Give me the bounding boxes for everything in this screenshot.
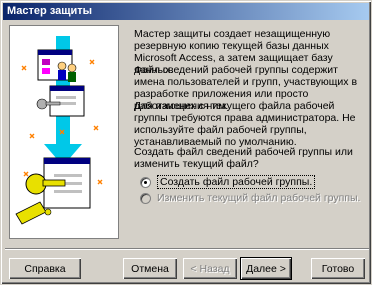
option-label: Изменить текущий файл рабочей группы. xyxy=(157,192,361,204)
option-label: Создать файл рабочей группы. xyxy=(157,175,316,189)
next-button[interactable]: Далее > xyxy=(240,257,292,280)
question-text: Создать файл сведений рабочей группы или… xyxy=(134,146,353,170)
finish-button[interactable]: Готово xyxy=(311,258,365,279)
intro-paragraph-3: Для изменения текущего файла рабочей гру… xyxy=(134,100,356,148)
help-button[interactable]: Справка xyxy=(9,258,81,279)
separator xyxy=(5,248,369,250)
radio-selected-icon[interactable] xyxy=(140,176,151,188)
window-title: Мастер защиты xyxy=(7,5,93,17)
security-wizard-illustration-icon xyxy=(10,26,118,238)
wizard-window: Мастер защиты Мастер защиты создает неза… xyxy=(0,0,372,285)
title-bar[interactable]: Мастер защиты xyxy=(3,3,369,20)
cancel-button[interactable]: Отмена xyxy=(123,258,177,279)
option-modify-workgroup: Изменить текущий файл рабочей группы. xyxy=(140,191,360,205)
wizard-illustration xyxy=(9,25,119,239)
options-group: Создать файл рабочей группы. Изменить те… xyxy=(131,175,369,241)
option-create-workgroup[interactable]: Создать файл рабочей группы. xyxy=(140,175,316,189)
radio-unselected-icon xyxy=(140,192,151,204)
back-button: < Назад xyxy=(183,258,237,279)
